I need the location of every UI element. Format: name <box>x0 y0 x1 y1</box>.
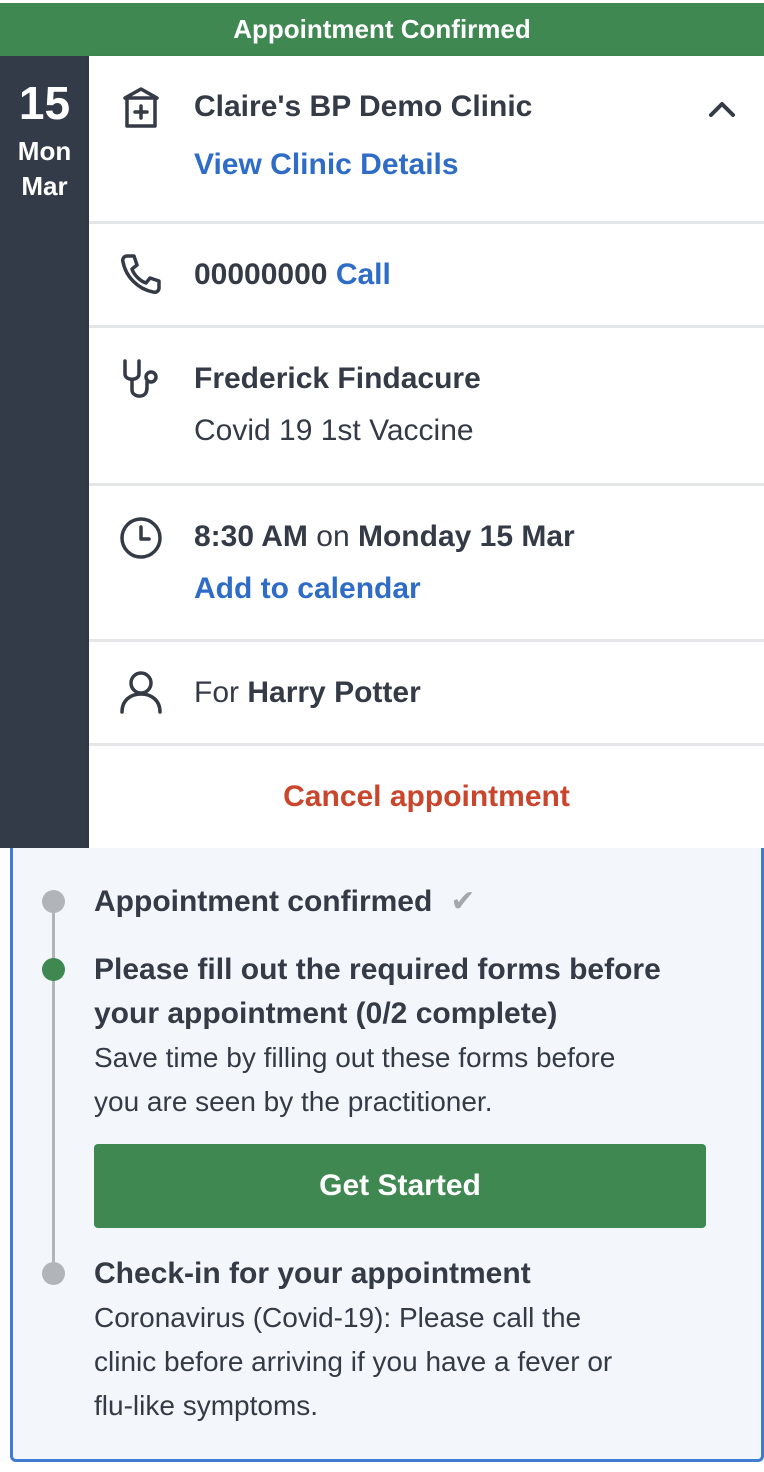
cancel-appointment-button[interactable]: Cancel appointment <box>89 746 764 848</box>
step-checkin-body-line1: Coronavirus (Covid-19): Please call the <box>94 1302 582 1333</box>
date-day: 15 <box>18 77 71 129</box>
appointment-date: Monday 15 Mar <box>357 520 575 553</box>
patient-for-label: For <box>194 676 239 709</box>
appointment-steps-panel: Appointment confirmed ✔ Please fill out t… <box>10 848 764 1462</box>
clock-icon <box>117 514 165 562</box>
time-on: on <box>316 520 350 553</box>
step-forms-title-line2: your appointment (0/2 complete) <box>94 997 558 1030</box>
patient-row: For Harry Potter <box>89 642 764 746</box>
step-forms-body-line1: Save time by filling out these forms bef… <box>94 1042 616 1073</box>
step-forms-title-line1: Please fill out the required forms befor… <box>94 953 661 986</box>
checkmark-icon: ✔ <box>450 885 476 918</box>
practitioner-row: Frederick Findacure Covid 19 1st Vaccine <box>89 328 764 486</box>
call-link[interactable]: Call <box>336 258 391 291</box>
step-checkin-body-line2: clinic before arriving if you have a fev… <box>94 1346 613 1377</box>
clinic-name: Claire's BP Demo Clinic <box>194 90 533 123</box>
cancel-appointment-label: Cancel appointment <box>283 780 570 813</box>
stethoscope-icon <box>117 356 165 404</box>
service-name: Covid 19 1st Vaccine <box>194 414 474 447</box>
banner-title: Appointment Confirmed <box>233 14 531 44</box>
step-checkin-title: Check-in for your appointment <box>94 1257 531 1290</box>
date-weekday: Mon <box>17 136 72 166</box>
chevron-up-icon[interactable] <box>706 94 738 126</box>
person-icon <box>117 668 165 716</box>
time-row: 8:30 AM on Monday 15 Mar Add to calendar <box>89 486 764 642</box>
step-dot-forms <box>42 958 65 981</box>
add-to-calendar-link[interactable]: Add to calendar <box>194 572 421 606</box>
patient-name: Harry Potter <box>247 676 421 709</box>
step-confirmed-label: Appointment confirmed <box>94 885 433 918</box>
appointment-time: 8:30 AM <box>194 520 308 553</box>
step-forms-body-line2: you are seen by the practitioner. <box>94 1086 493 1117</box>
steps-timeline-line <box>52 898 55 1276</box>
get-started-button[interactable]: Get Started <box>94 1144 706 1228</box>
clinic-icon <box>117 84 165 132</box>
date-month: Mar <box>21 171 68 202</box>
confirmation-banner: Appointment Confirmed <box>0 3 764 56</box>
view-clinic-details-link[interactable]: View Clinic Details <box>194 148 459 182</box>
practitioner-name: Frederick Findacure <box>194 362 481 395</box>
clinic-row: Claire's BP Demo Clinic View Clinic Deta… <box>89 56 764 224</box>
get-started-label: Get Started <box>319 1169 481 1202</box>
phone-number: 00000000 <box>194 258 328 291</box>
phone-row: 00000000 Call <box>89 224 764 328</box>
phone-icon <box>117 250 165 298</box>
step-checkin-body-line3: flu-like symptoms. <box>94 1390 319 1421</box>
step-confirmed-title: Appointment confirmed ✔ <box>94 880 475 924</box>
step-dot-checkin <box>42 1262 65 1285</box>
step-dot-confirmed <box>42 890 65 913</box>
appointment-card: Claire's BP Demo Clinic View Clinic Deta… <box>89 56 764 848</box>
date-column: 15 Mon Mar <box>0 56 89 848</box>
